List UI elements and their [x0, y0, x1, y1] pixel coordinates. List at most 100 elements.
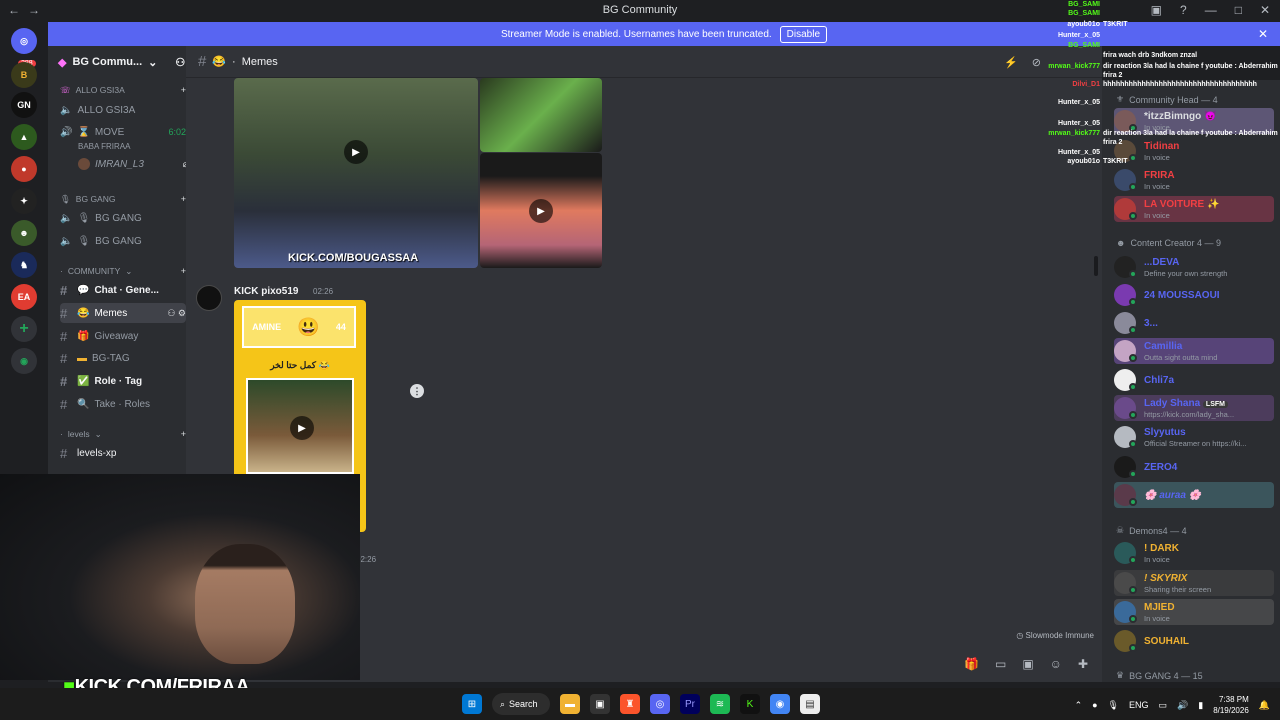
channel-label: BG GANG	[95, 235, 142, 247]
search-box[interactable]: ⌕ Search	[492, 693, 550, 715]
member-row[interactable]: ZERO4	[1114, 454, 1280, 480]
category-allo[interactable]: ☏ ALLO GSI3A +	[60, 80, 186, 100]
server-icon[interactable]: ✦	[11, 188, 37, 214]
text-channel-take-roles[interactable]: # 🔍 Take · Roles	[60, 394, 186, 414]
avatar[interactable]	[196, 285, 222, 311]
windows-start-icon[interactable]: ⊞	[462, 694, 482, 714]
notification-icon[interactable]: 🔔	[1259, 700, 1270, 711]
bullet-icon: ·	[60, 429, 63, 439]
member-name: 3...	[1144, 318, 1158, 329]
sticker-icon[interactable]: ▣	[1022, 657, 1033, 671]
member-row[interactable]: ! DARK In voice	[1114, 540, 1280, 566]
threads-icon[interactable]: ⚡	[1004, 56, 1018, 69]
discord-icon[interactable]: ◎	[650, 694, 670, 714]
channel-label: BG GANG	[95, 212, 142, 224]
member-row[interactable]: MJIED In voice	[1114, 599, 1280, 625]
apps-icon[interactable]: ✚	[1078, 657, 1088, 671]
gif-icon[interactable]: ▭	[995, 657, 1006, 671]
text-channel-chat[interactable]: # 💬 Chat · Gene...	[60, 280, 186, 300]
embed-caption: KICK.COM/BOUGASSAA	[288, 252, 419, 264]
video-attachment[interactable]: ▶	[480, 153, 602, 268]
more-options-icon[interactable]: ⋮	[410, 384, 424, 398]
mic-icon[interactable]: 🎙	[1108, 700, 1119, 711]
lang-indicator[interactable]: ENG	[1129, 700, 1149, 710]
discord-home-icon[interactable]: ◎	[11, 28, 37, 54]
add-server-icon[interactable]: +	[11, 316, 37, 342]
server-header[interactable]: ◆ BG Commu... ⌄ ⚇	[58, 56, 188, 69]
member-row[interactable]: 🌸 auraa 🌸	[1114, 482, 1280, 508]
member-row[interactable]: 3...	[1114, 310, 1280, 336]
premiere-icon[interactable]: Pr	[680, 694, 700, 714]
volume-icon[interactable]: 🔊	[1177, 700, 1188, 711]
explore-icon[interactable]: ◉	[11, 348, 37, 374]
video-attachment[interactable]	[480, 78, 602, 152]
invite-icon[interactable]: ⚇ ⚙	[167, 308, 186, 319]
smiley-icon: 😃	[297, 316, 320, 337]
server-icon[interactable]: ▲	[11, 124, 37, 150]
server-icon[interactable]: ☻	[11, 220, 37, 246]
scrollbar[interactable]	[1094, 256, 1098, 276]
text-channel-levels-xp[interactable]: # levels-xp	[60, 443, 186, 463]
server-ea-icon[interactable]: EA	[11, 284, 37, 310]
voice-channel[interactable]: 🔈 🎙 BG GANG	[60, 208, 186, 228]
play-icon[interactable]: ▶	[529, 199, 553, 223]
channel-label: levels-xp	[77, 447, 117, 459]
play-icon[interactable]: ▶	[344, 140, 368, 164]
member-row[interactable]: ! SKYRIX Sharing their screen	[1114, 570, 1280, 596]
hash-icon: #	[60, 328, 68, 344]
notepad-icon[interactable]: ▤	[800, 694, 820, 714]
category-bg-gang[interactable]: 🎙 BG GANG +	[60, 189, 186, 209]
member-name: MJIED	[1144, 602, 1175, 613]
tray-app-icon[interactable]: ●	[1092, 700, 1097, 710]
add-member-icon[interactable]: ⚇	[175, 56, 185, 69]
text-channel-memes[interactable]: # 😂 Memes ⚇ ⚙	[60, 303, 186, 323]
network-icon[interactable]: ▭	[1159, 700, 1168, 711]
chevron-down-icon: ⌄	[94, 428, 102, 439]
server-gn-icon[interactable]: GN	[11, 92, 37, 118]
kick-app-icon[interactable]: K	[740, 694, 760, 714]
member-row[interactable]: Lady Shana LSFM https://kick.com/lady_sh…	[1114, 395, 1280, 421]
text-channel-giveaway[interactable]: # 🎁 Giveaway	[60, 326, 186, 346]
category-community[interactable]: · COMMUNITY ⌄ +	[60, 261, 186, 281]
chrome-icon[interactable]: ◉	[770, 694, 790, 714]
spotify-icon[interactable]: ≋	[710, 694, 730, 714]
server-icon[interactable]: ●	[11, 156, 37, 182]
member-row[interactable]: 24 MOUSSAOUI	[1114, 282, 1280, 308]
chat-text: hhhhhhhhhhhhhhhhhhhhhhhhhhhhhhhhhhhh	[1103, 81, 1257, 88]
server-bg-icon[interactable]: B	[11, 62, 37, 88]
chat-text: dir reaction 3la had la chaine f youtube…	[1103, 130, 1278, 147]
disable-button[interactable]: Disable	[779, 25, 828, 43]
tag-icon: ▬	[77, 352, 87, 364]
member-row[interactable]: LA VOITURE ✨ In voice	[1114, 196, 1280, 222]
file-explorer-icon[interactable]: ▬	[560, 694, 580, 714]
member-row[interactable]: SOUHAIL	[1114, 628, 1280, 654]
chat-user: BG_SAMI	[1068, 10, 1100, 17]
clock[interactable]: 7:38 PM 8/19/2026	[1213, 694, 1249, 716]
member-row[interactable]: ...DEVA Define your own strength	[1114, 254, 1280, 280]
member-row[interactable]: Slyyutus Official Streamer on https://ki…	[1114, 424, 1280, 450]
voice-user-row[interactable]: IMRAN_L3 ⌀	[78, 154, 188, 174]
emoji-icon[interactable]: ☺	[1050, 657, 1062, 671]
status-dot	[1129, 298, 1137, 306]
member-category: ☻ Content Creator 4 — 9	[1116, 238, 1221, 248]
server-icon[interactable]: ♞	[11, 252, 37, 278]
play-icon[interactable]: ▶	[290, 416, 314, 440]
member-row[interactable]: Chli7a	[1114, 367, 1280, 393]
category-levels[interactable]: · levels ⌄ +	[60, 424, 186, 444]
video-attachment[interactable]: ▶ KICK.COM/BOUGASSAA	[234, 78, 478, 268]
gift-icon[interactable]: 🎁	[964, 657, 979, 671]
member-row[interactable]: Camillia Outta sight outta mind	[1114, 338, 1280, 364]
text-channel-bg-tag[interactable]: # ▬ BG-TAG	[60, 348, 186, 368]
battery-icon[interactable]: ▮	[1198, 700, 1203, 711]
voice-channel-move[interactable]: 🔊 ⌛ MOVE 6:02	[60, 122, 186, 142]
message-author[interactable]: KICK pixo519	[234, 286, 298, 297]
member-row[interactable]: FRIRA In voice	[1114, 167, 1280, 193]
brave-icon[interactable]: ♜	[620, 694, 640, 714]
voice-user[interactable]: BABA FRIRAA	[78, 142, 130, 151]
member-status: In voice	[1144, 211, 1170, 220]
voice-channel[interactable]: 🔈 ALLO GSI3A	[60, 100, 186, 120]
chevron-up-icon[interactable]: ⌃	[1075, 700, 1083, 711]
app-icon[interactable]: ▣	[590, 694, 610, 714]
text-channel-role-tag[interactable]: # ✅ Role · Tag	[60, 371, 186, 391]
voice-channel[interactable]: 🔈 🎙 BG GANG	[60, 231, 186, 251]
